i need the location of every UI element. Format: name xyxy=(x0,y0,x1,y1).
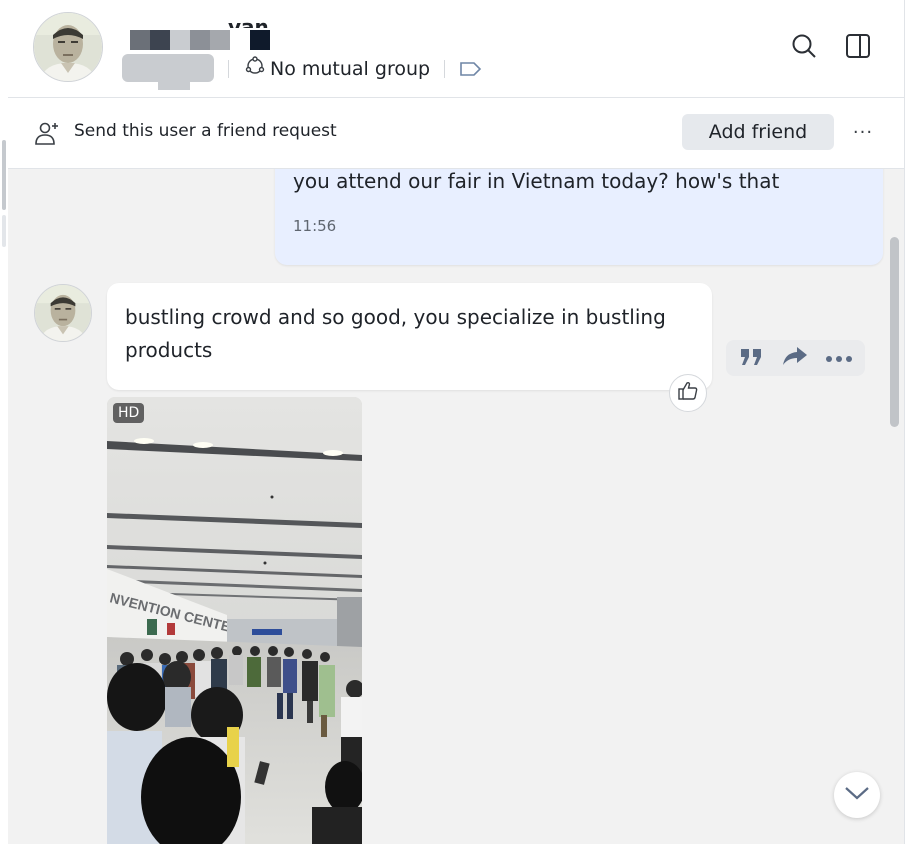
contact-name-fragment: van xyxy=(228,15,269,28)
forward-button[interactable] xyxy=(779,343,811,373)
incoming-message-bubble[interactable]: bustling crowd and so good, you speciali… xyxy=(107,283,712,390)
sender-avatar[interactable] xyxy=(34,284,92,342)
contact-name-redacted xyxy=(130,30,270,50)
contact-subtitle-redacted-tail xyxy=(158,78,190,90)
chat-scrollbar[interactable] xyxy=(890,237,899,427)
friend-request-bar: Send this user a friend request Add frie… xyxy=(8,98,904,169)
right-panel-edge xyxy=(904,0,911,844)
outgoing-message-text: you attend our fair in Vietnam today? ho… xyxy=(293,169,780,193)
message-list: you attend our fair in Vietnam today? ho… xyxy=(8,169,904,844)
search-button[interactable] xyxy=(786,30,822,66)
group-icon xyxy=(244,55,266,82)
quote-icon xyxy=(739,345,765,371)
forward-icon xyxy=(781,345,809,371)
mutual-group-label: No mutual group xyxy=(270,57,431,80)
message-actions-toolbar xyxy=(726,340,865,376)
divider xyxy=(228,60,229,78)
like-button[interactable] xyxy=(669,374,707,412)
mutual-group-indicator[interactable]: No mutual group xyxy=(244,55,430,82)
scroll-to-bottom-button[interactable] xyxy=(834,772,880,818)
friend-bar-more-button[interactable]: ··· xyxy=(848,118,878,146)
contact-avatar[interactable] xyxy=(33,12,103,82)
left-scroll-thumb-secondary xyxy=(2,215,6,247)
add-friend-button[interactable]: Add friend xyxy=(682,114,834,150)
thumbs-up-icon xyxy=(677,380,699,406)
image-message[interactable]: NVENTION CENTER HD xyxy=(107,397,362,844)
left-scroll-thumb[interactable] xyxy=(2,140,6,210)
divider xyxy=(444,60,445,78)
outgoing-message-bubble[interactable]: you attend our fair in Vietnam today? ho… xyxy=(275,169,883,265)
more-actions-button[interactable] xyxy=(823,343,855,373)
crowd-photo: NVENTION CENTER xyxy=(107,397,362,844)
incoming-message-text: bustling crowd and so good, you speciali… xyxy=(125,305,666,362)
search-icon xyxy=(790,32,818,64)
add-user-icon xyxy=(34,120,62,150)
tag-icon[interactable] xyxy=(458,58,484,84)
chat-header: van No mutual group xyxy=(8,0,904,98)
quote-button[interactable] xyxy=(736,343,768,373)
message-timestamp: 11:56 xyxy=(293,217,337,235)
friend-request-prompt: Send this user a friend request xyxy=(74,121,337,141)
side-panel-icon xyxy=(844,32,872,64)
chevron-down-icon xyxy=(844,785,870,805)
hd-badge: HD xyxy=(113,403,145,423)
side-panel-button[interactable] xyxy=(840,30,876,66)
more-icon xyxy=(825,349,853,368)
chat-window: van No mutual group Send this user a fri… xyxy=(0,0,911,844)
